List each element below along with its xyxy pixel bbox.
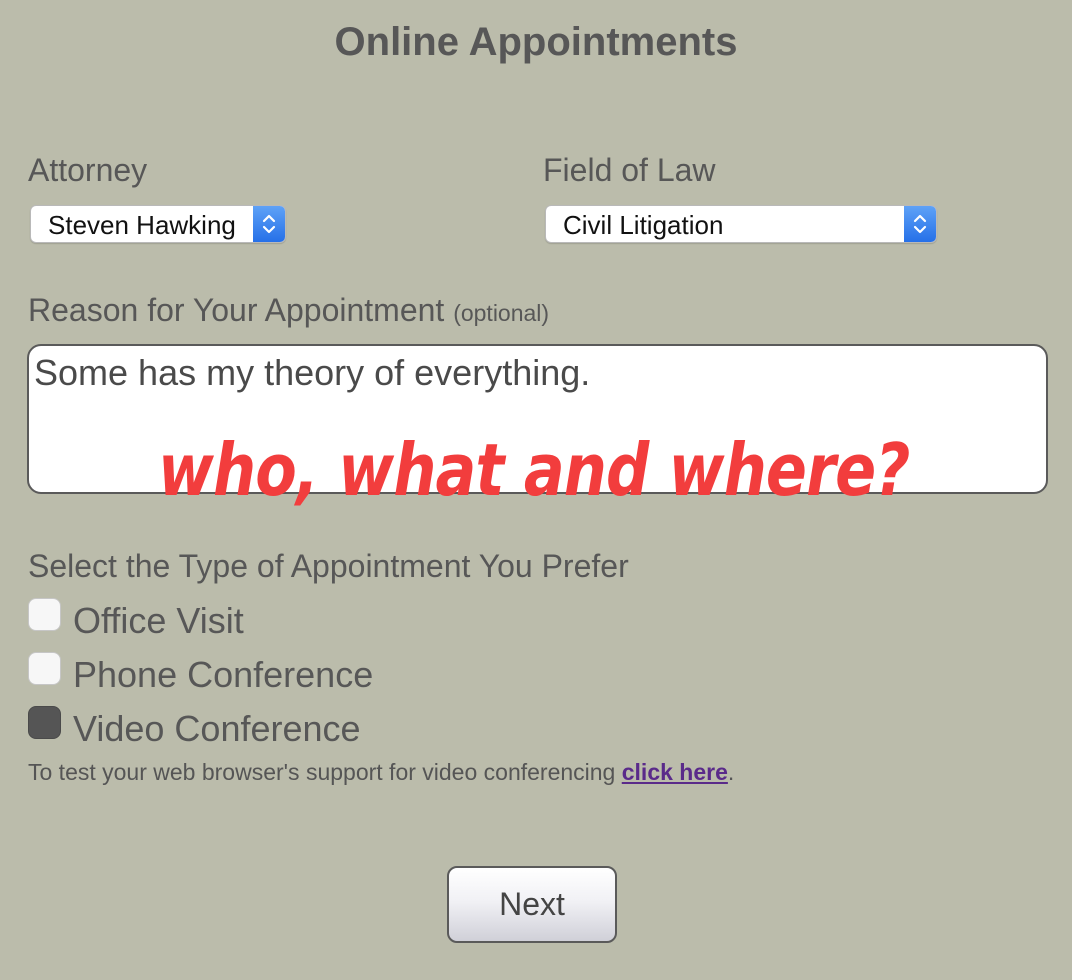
optional-note: (optional) bbox=[453, 300, 550, 326]
field-of-law-select[interactable]: Civil Litigation bbox=[545, 205, 937, 243]
attorney-select[interactable]: Steven Hawking bbox=[30, 205, 286, 243]
video-conference-checkbox[interactable] bbox=[28, 706, 61, 739]
reason-label-text: Reason for Your Appointment bbox=[28, 292, 445, 328]
office-visit-checkbox[interactable] bbox=[28, 598, 61, 631]
phone-conference-checkbox[interactable] bbox=[28, 652, 61, 685]
next-button[interactable]: Next bbox=[447, 866, 617, 943]
video-test-text: To test your web browser's support for v… bbox=[28, 759, 622, 785]
reason-text-value: Some has my theory of everything. bbox=[34, 352, 591, 393]
click-here-link[interactable]: click here bbox=[622, 759, 728, 785]
video-test-suffix: . bbox=[727, 759, 735, 785]
select-arrows-icon bbox=[253, 206, 285, 242]
handwritten-annotation: who, what and where? bbox=[158, 428, 910, 512]
appointment-type-label: Select the Type of Appointment You Prefe… bbox=[28, 548, 629, 584]
video-test-note: To test your web browser's support for v… bbox=[28, 759, 734, 786]
reason-label: Reason for Your Appointment (optional) bbox=[28, 292, 549, 329]
video-conference-label[interactable]: Video Conference bbox=[73, 708, 361, 750]
phone-conference-label[interactable]: Phone Conference bbox=[73, 654, 373, 696]
field-of-law-select-value: Civil Litigation bbox=[563, 210, 724, 240]
attorney-label: Attorney bbox=[28, 152, 148, 188]
attorney-select-value: Steven Hawking bbox=[48, 210, 236, 240]
office-visit-label[interactable]: Office Visit bbox=[73, 600, 244, 642]
field-of-law-label: Field of Law bbox=[543, 152, 716, 188]
page-title: Online Appointments bbox=[334, 20, 738, 64]
select-arrows-icon bbox=[904, 206, 936, 242]
